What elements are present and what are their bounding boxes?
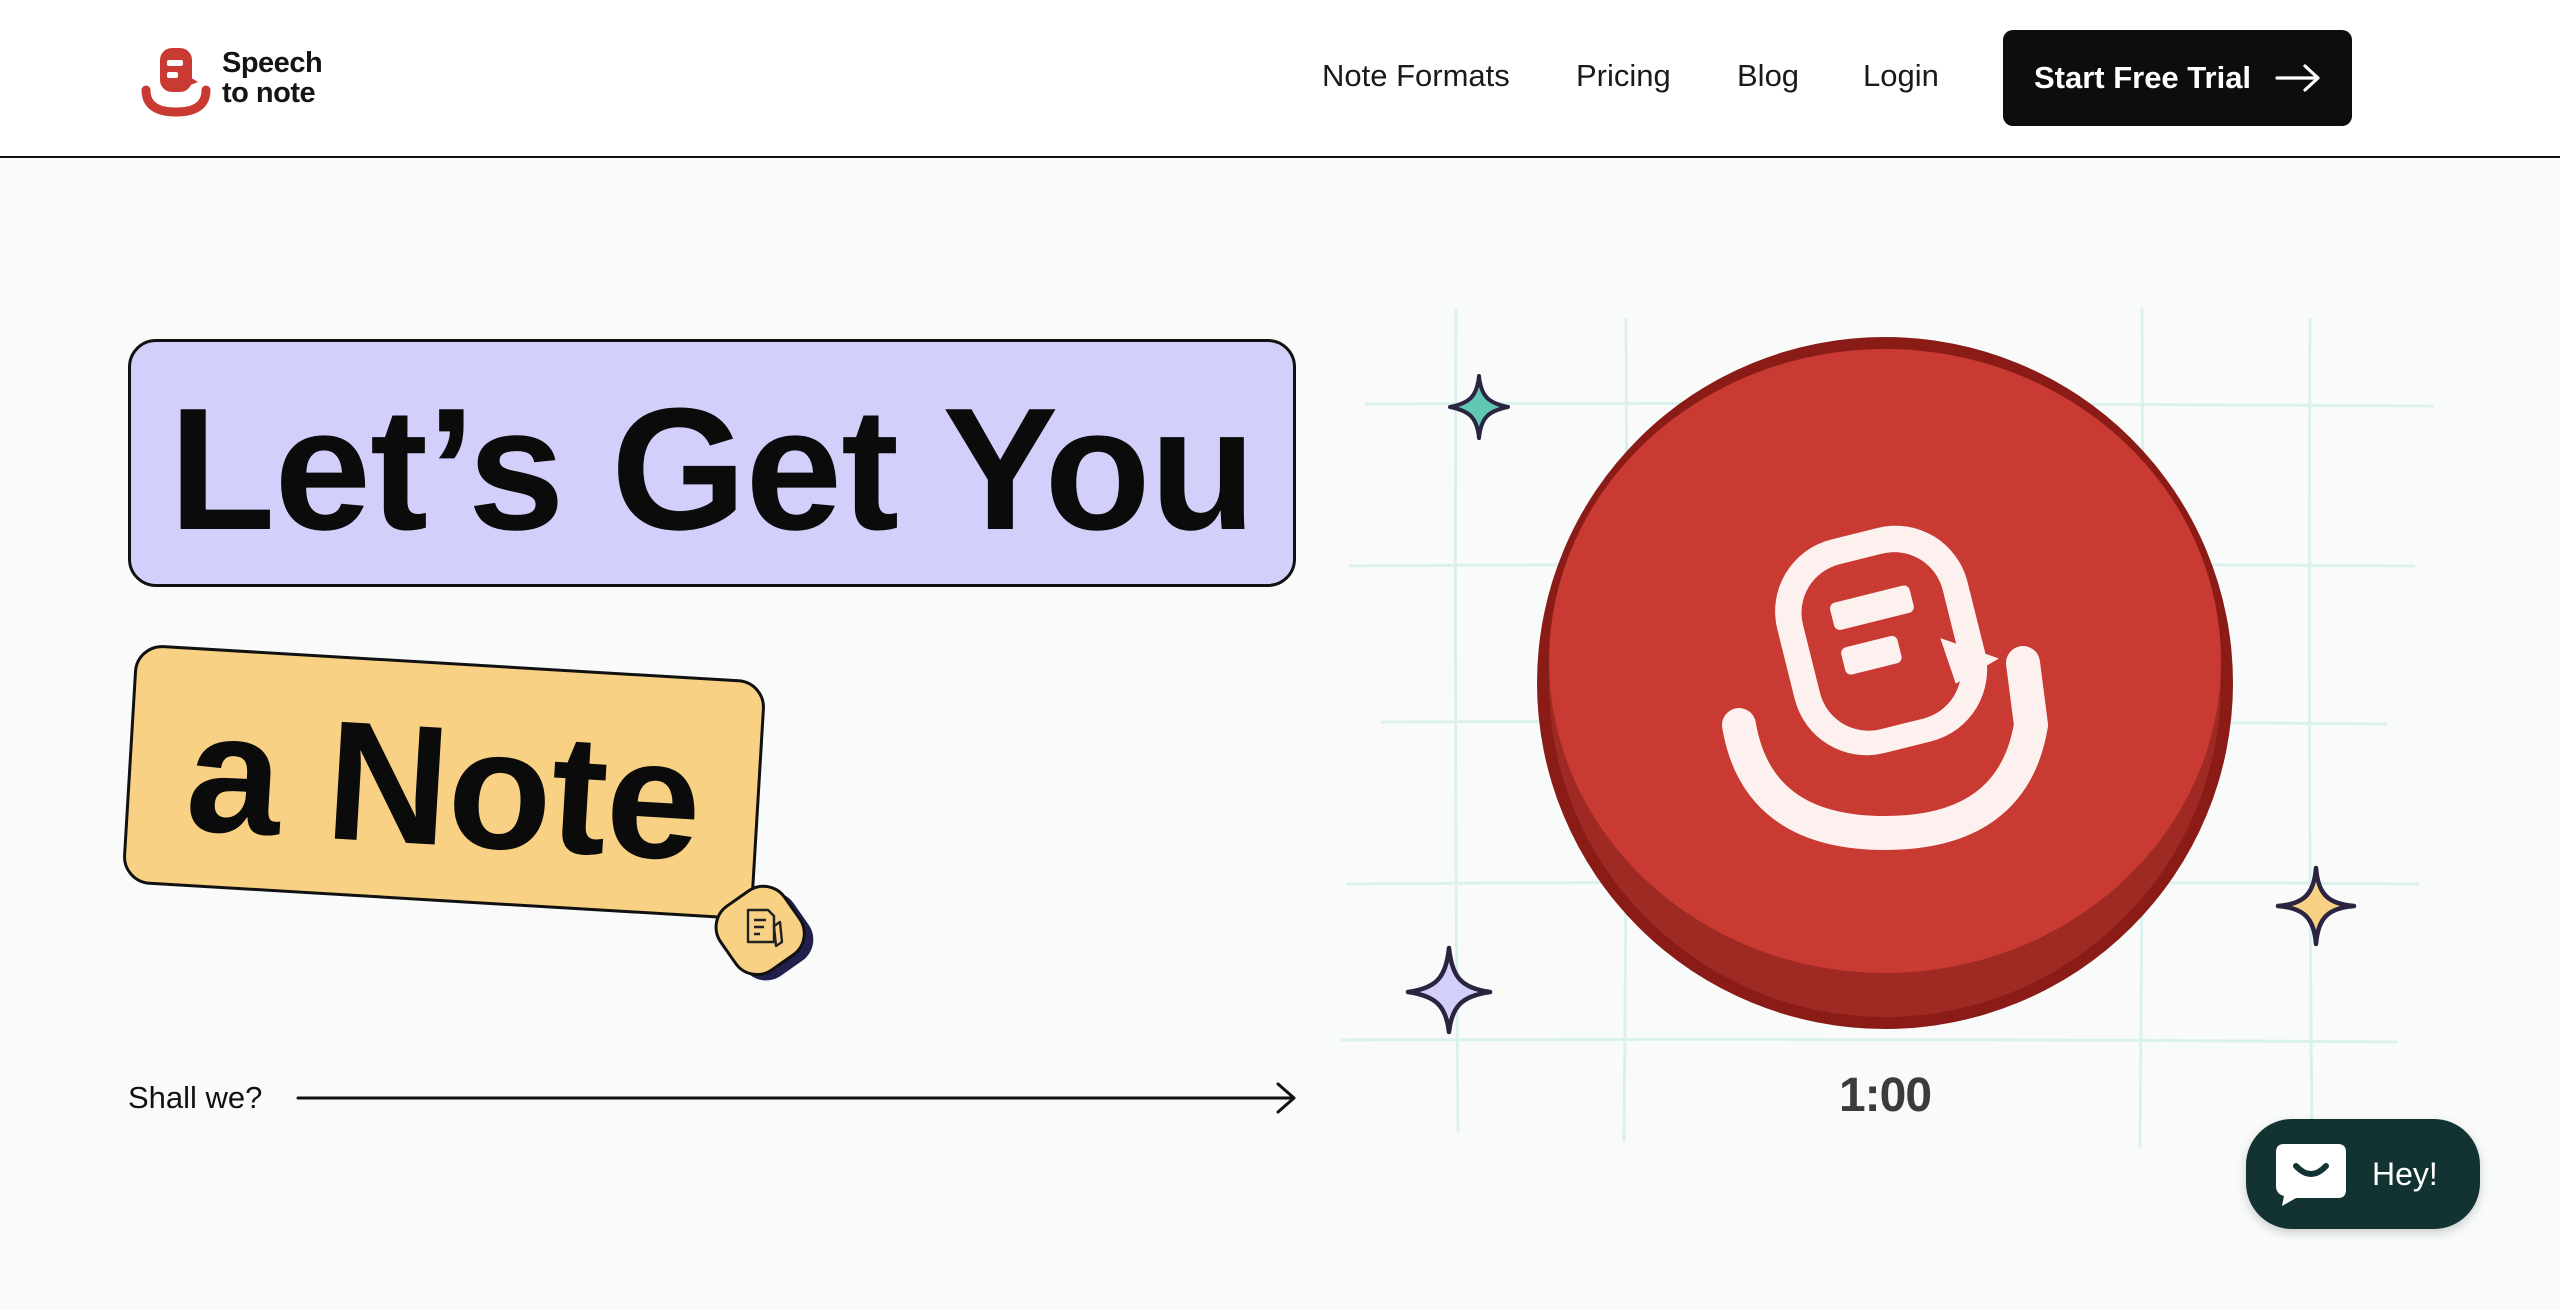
headline-line-1: Let’s Get You xyxy=(169,371,1256,566)
logo-line-2: to note xyxy=(222,77,316,109)
sparkle-icon xyxy=(2275,865,2357,947)
logo-line-1: Speech xyxy=(222,47,323,79)
logo-link[interactable]: Speech to note xyxy=(138,42,338,120)
chat-widget-button[interactable]: Hey! xyxy=(2246,1119,2480,1229)
nav-note-formats[interactable]: Note Formats xyxy=(1322,58,1510,94)
speech-to-note-logo-icon xyxy=(141,48,211,117)
sparkle-icon xyxy=(1405,945,1493,1035)
record-button[interactable] xyxy=(1535,333,2235,1033)
start-free-trial-button[interactable]: Start Free Trial xyxy=(2003,30,2352,126)
shall-we-text: Shall we? xyxy=(128,1080,263,1115)
nav-login[interactable]: Login xyxy=(1863,58,1939,94)
headline-box-2: a Note xyxy=(121,643,767,921)
note-pen-icon xyxy=(714,884,814,981)
start-free-trial-label: Start Free Trial xyxy=(2033,60,2252,95)
chat-smile-icon xyxy=(2276,1144,2346,1206)
site-header: Speech to note Note Formats Pricing Blog… xyxy=(0,0,2560,158)
arrow-right-icon xyxy=(2275,64,2320,92)
logo-text: Speech to note xyxy=(222,47,323,109)
record-timer: 1:00 xyxy=(1838,1069,1932,1122)
nav-blog[interactable]: Blog xyxy=(1737,58,1799,94)
chat-label: Hey! xyxy=(2372,1156,2438,1192)
long-arrow-right-icon xyxy=(296,1082,1296,1114)
headline-line-2: a Note xyxy=(181,676,706,898)
nav-pricing[interactable]: Pricing xyxy=(1576,58,1671,94)
headline-box-1: Let’s Get You xyxy=(128,339,1296,587)
sparkle-icon xyxy=(1448,374,1510,440)
